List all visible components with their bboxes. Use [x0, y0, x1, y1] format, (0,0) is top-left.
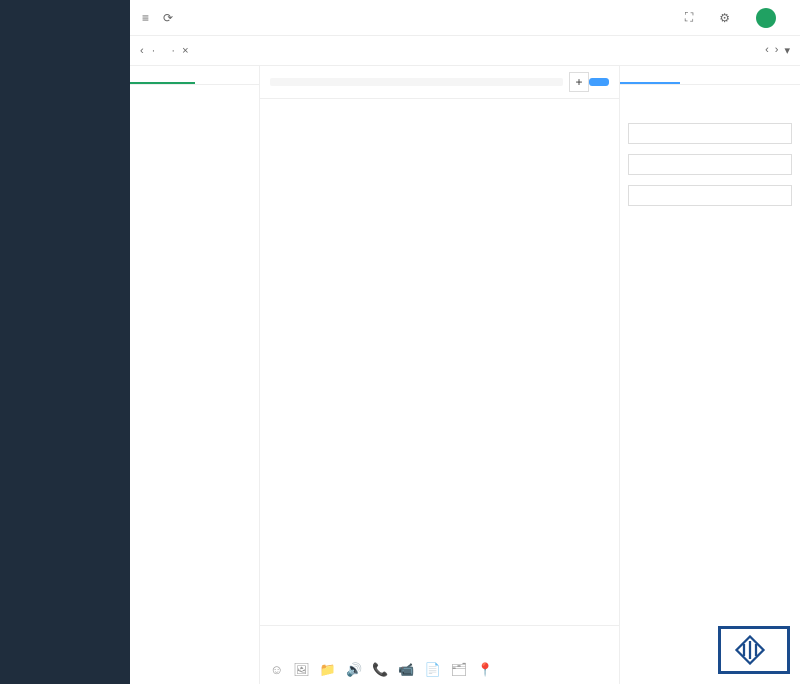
menu-toggle-icon[interactable]: ≡	[142, 11, 149, 25]
chat-toolbar: ☺ 🖼 📁 🔊 📞 📹 📄 🗂 📍	[260, 656, 619, 684]
add-tab-button[interactable]: +	[569, 72, 589, 92]
folder-icon[interactable]: 📁	[320, 662, 336, 678]
tab-current-chat[interactable]	[130, 66, 195, 84]
chat-input-area: ☺ 🖼 📁 🔊 📞 📹 📄 🗂 📍	[260, 625, 619, 684]
remark-input[interactable]	[628, 185, 792, 206]
chat-messages	[260, 99, 619, 625]
tab-next-icon[interactable]: ›	[775, 44, 779, 57]
location-icon[interactable]: 📍	[477, 662, 493, 678]
refresh-icon[interactable]: ⟳	[163, 11, 173, 25]
convlist-tabs	[130, 66, 259, 85]
tab-quick-reply[interactable]	[740, 66, 800, 84]
breadcrumb-item[interactable]: ·	[152, 45, 156, 57]
image-icon[interactable]: 🖼	[293, 662, 310, 678]
phone-input[interactable]	[628, 154, 792, 175]
breadcrumb: ‹ · · × ‹ › ▾	[130, 36, 800, 66]
tab-prev-icon[interactable]: ‹	[765, 44, 769, 57]
tab-menu-icon[interactable]: ▾	[784, 44, 790, 57]
fullscreen-icon[interactable]: ⛶	[685, 10, 693, 25]
tab-visitor-info[interactable]	[620, 66, 680, 84]
app-title	[0, 0, 130, 24]
main: ≡ ⟳ ⛶ ⚙ ‹ · · × ‹ › ▾	[130, 0, 800, 684]
emoji-icon[interactable]: ☺	[270, 662, 283, 678]
close-icon[interactable]: ×	[182, 45, 188, 57]
breadcrumb-back-icon[interactable]: ‹	[140, 45, 144, 57]
brand-logo-icon	[735, 635, 765, 665]
tab-queue[interactable]	[195, 66, 260, 84]
audio-icon[interactable]: 🔊	[346, 662, 362, 678]
breadcrumb-item[interactable]: · ×	[171, 45, 188, 57]
user-avatar[interactable]	[756, 8, 776, 28]
name-input[interactable]	[628, 123, 792, 144]
conversation-list	[130, 66, 260, 684]
right-panel	[620, 66, 800, 684]
chat-area: + ☺ 🖼 📁 🔊 📞 📹 📄 🗂 📍	[260, 66, 620, 684]
transfer-button[interactable]	[589, 78, 609, 86]
sidebar	[0, 0, 130, 684]
chat-title	[270, 78, 563, 86]
settings-icon[interactable]: ⚙	[719, 11, 730, 25]
phone-icon[interactable]: 📞	[372, 662, 388, 678]
topbar: ≡ ⟳ ⛶ ⚙	[130, 0, 800, 36]
video-icon[interactable]: 📹	[398, 662, 414, 678]
doc-icon[interactable]: 📄	[425, 662, 441, 678]
message-input[interactable]	[260, 626, 619, 656]
card-icon[interactable]: 🗂	[451, 662, 468, 678]
chat-header: +	[260, 66, 619, 99]
brand-banner	[718, 626, 790, 674]
tab-blacklist[interactable]	[680, 66, 740, 84]
